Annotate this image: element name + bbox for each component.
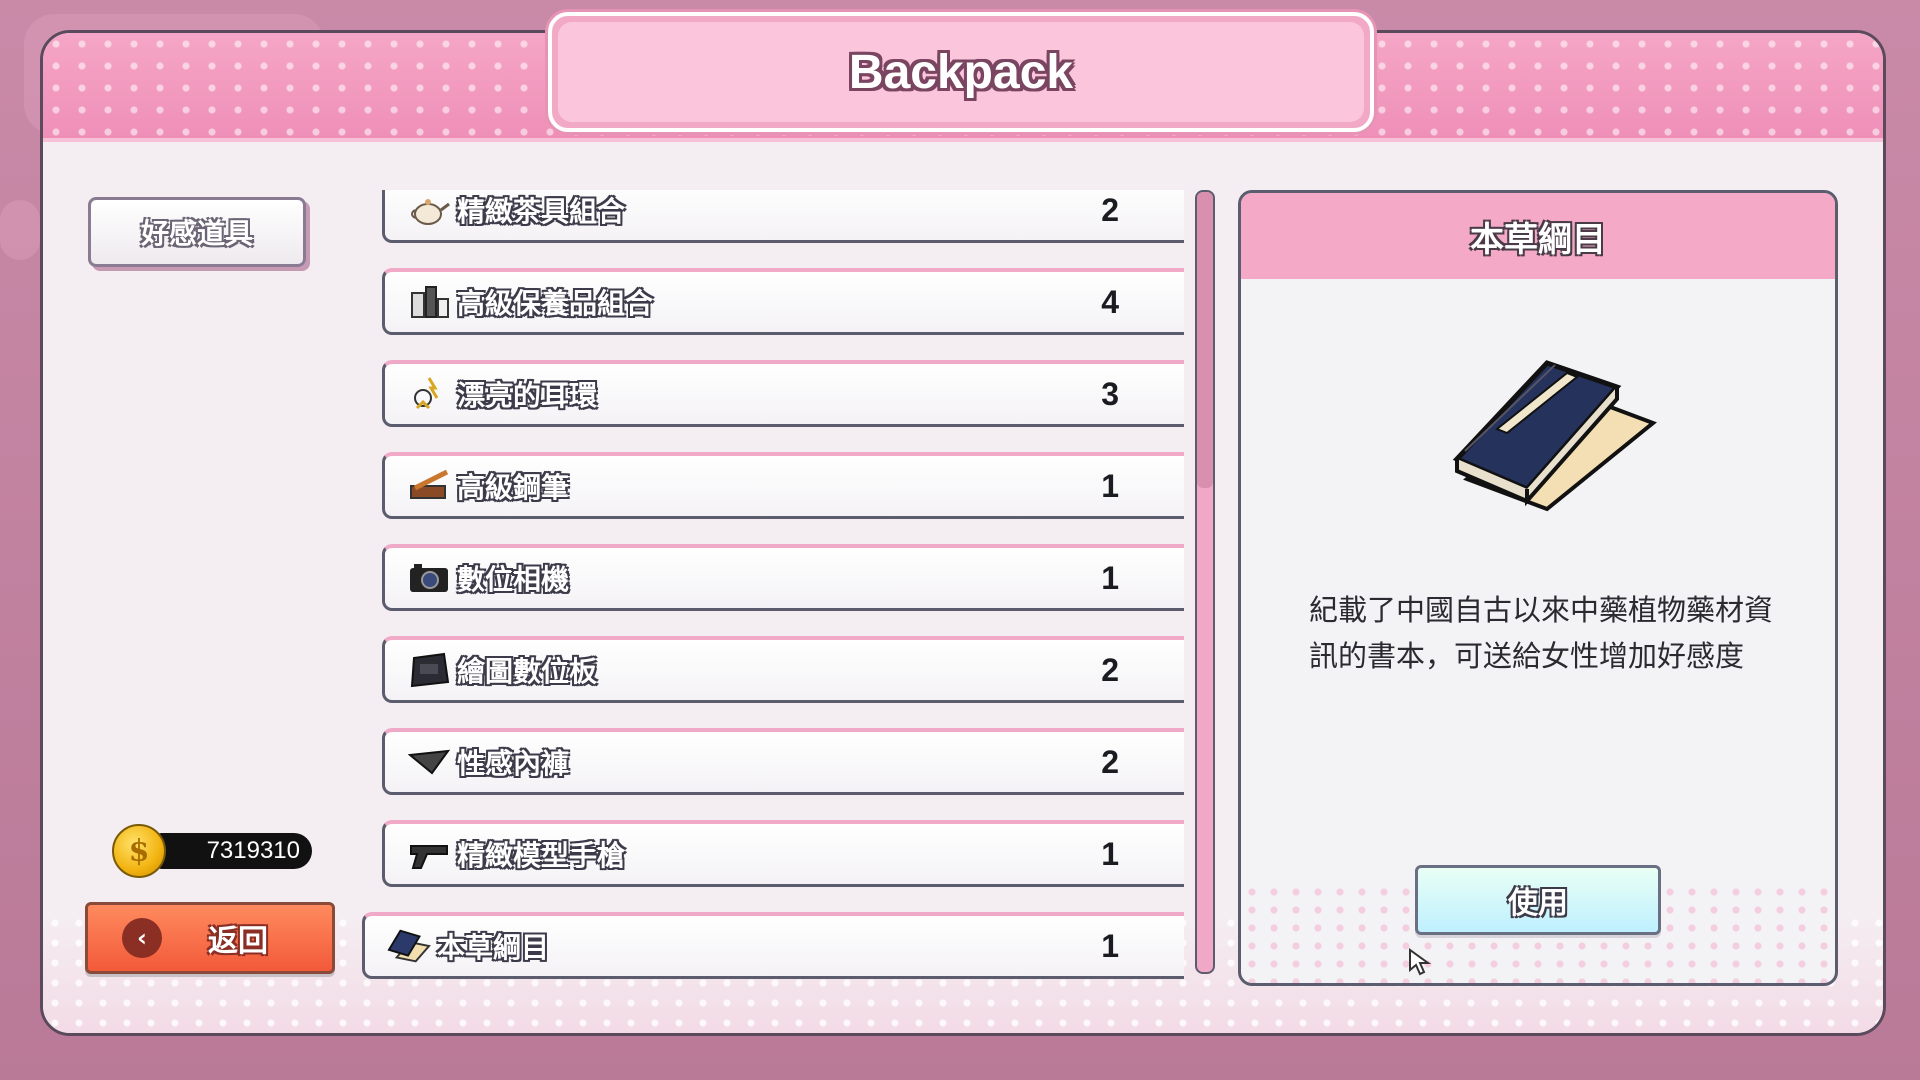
earrings-icon bbox=[407, 374, 451, 414]
back-button[interactable]: ‹ 返回 bbox=[85, 902, 335, 974]
item-quantity: 1 bbox=[1101, 467, 1119, 504]
item-name: 高級鋼筆 bbox=[457, 471, 570, 504]
list-item[interactable]: 精緻模型手槍 1 bbox=[382, 820, 1184, 887]
currency-display: $ 7319310 bbox=[112, 824, 312, 878]
item-quantity: 1 bbox=[1101, 559, 1119, 596]
pen-icon bbox=[407, 466, 451, 506]
item-quantity: 2 bbox=[1101, 191, 1119, 228]
list-item[interactable]: 性感內褲 2 bbox=[382, 728, 1184, 795]
list-item[interactable]: 數位相機 1 bbox=[382, 544, 1184, 611]
item-list-scrollbar[interactable] bbox=[1195, 190, 1215, 974]
item-description: 紀載了中國自古以來中藥植物藥材資訊的書本，可送給女性增加好感度 bbox=[1309, 593, 1774, 673]
pistol-icon bbox=[407, 834, 451, 874]
currency-amount: 7319310 bbox=[144, 833, 312, 869]
list-item[interactable]: 漂亮的耳環 3 bbox=[382, 360, 1184, 427]
item-quantity: 2 bbox=[1101, 743, 1119, 780]
arrow-left-icon: ‹ bbox=[122, 918, 162, 958]
background-decoration bbox=[0, 200, 40, 260]
item-name: 漂亮的耳環 bbox=[457, 379, 598, 412]
item-name: 數位相機 bbox=[457, 563, 570, 596]
list-item-selected[interactable]: 本草綱目 1 bbox=[362, 912, 1184, 979]
cosmetics-icon bbox=[407, 282, 451, 322]
item-quantity: 3 bbox=[1101, 375, 1119, 412]
list-item[interactable]: 高級鋼筆 1 bbox=[382, 452, 1184, 519]
back-button-label: 返回 bbox=[208, 924, 268, 959]
item-quantity: 4 bbox=[1101, 283, 1119, 320]
book-icon bbox=[387, 926, 431, 966]
title-plate: Backpack bbox=[548, 12, 1374, 132]
drawing-tablet-icon bbox=[407, 650, 451, 690]
scrollbar-thumb[interactable] bbox=[1197, 192, 1213, 489]
item-name: 精緻茶具組合 bbox=[457, 195, 626, 228]
list-item[interactable]: 高級保養品組合 4 bbox=[382, 268, 1184, 335]
book-icon bbox=[1452, 360, 1657, 512]
window-title: Backpack bbox=[848, 45, 1074, 99]
item-name: 性感內褲 bbox=[457, 747, 570, 780]
item-list[interactable]: 精緻茶具組合 2 高級保養品組合 4 漂亮的耳環 3 高級鋼筆 1 數位相機 1… bbox=[360, 190, 1184, 980]
item-name: 精緻模型手槍 bbox=[457, 839, 626, 872]
list-item[interactable]: 精緻茶具組合 2 bbox=[382, 190, 1184, 243]
item-quantity: 1 bbox=[1101, 835, 1119, 872]
underwear-icon bbox=[407, 742, 451, 782]
item-quantity: 1 bbox=[1101, 927, 1119, 964]
item-name: 繪圖數位板 bbox=[457, 655, 598, 688]
category-button-gift-items[interactable]: 好感道具 bbox=[88, 197, 306, 267]
item-name: 高級保養品組合 bbox=[457, 287, 654, 320]
camera-icon bbox=[407, 558, 451, 598]
teapot-icon bbox=[407, 190, 451, 230]
detail-title: 本草綱目 bbox=[1241, 193, 1835, 279]
mouse-cursor-icon bbox=[1409, 948, 1432, 976]
item-name: 本草綱目 bbox=[437, 931, 550, 964]
item-quantity: 2 bbox=[1101, 651, 1119, 688]
item-detail-panel: 本草綱目 紀載了中國自古以來中藥植物藥材資訊的書本，可送給女性增加好感度 使用 bbox=[1238, 190, 1838, 986]
use-button[interactable]: 使用 bbox=[1415, 865, 1661, 935]
list-item[interactable]: 繪圖數位板 2 bbox=[382, 636, 1184, 703]
gold-coin-icon: $ bbox=[112, 824, 166, 878]
